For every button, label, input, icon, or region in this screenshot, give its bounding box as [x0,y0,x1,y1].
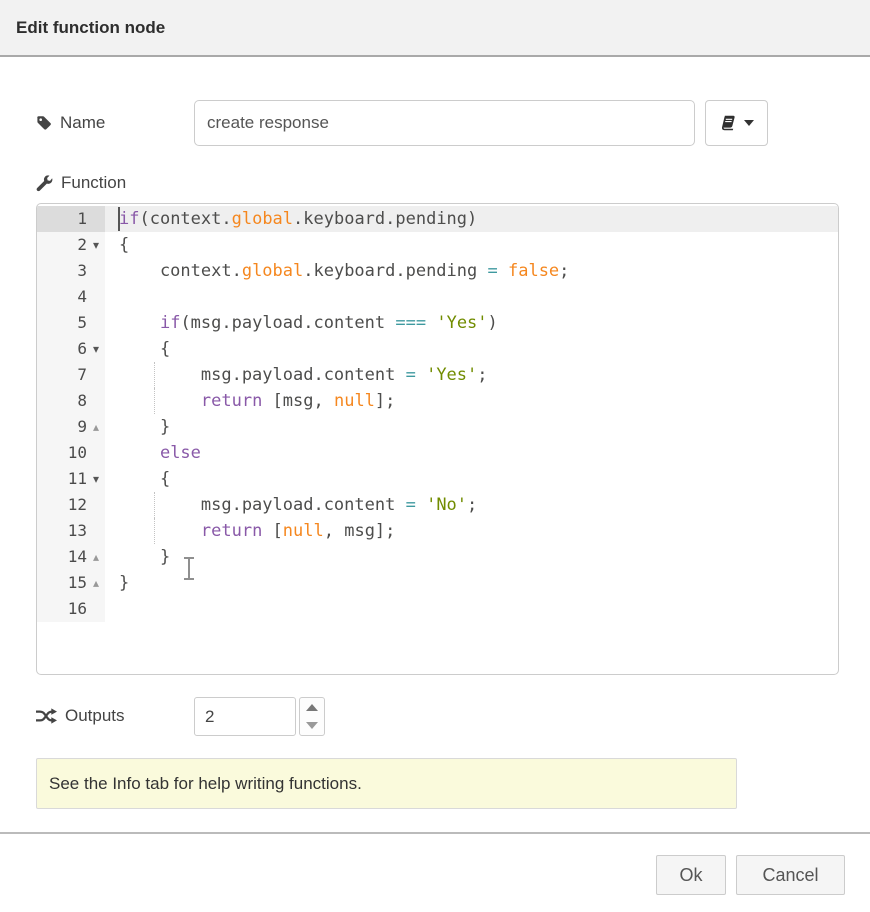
editor-line-14[interactable]: 14▴ } [37,544,838,570]
library-button[interactable] [705,100,768,146]
code-line-text: } [105,414,838,440]
wrench-icon [36,175,53,192]
indent-guide [154,362,155,388]
editor-line-9[interactable]: 9▴ } [37,414,838,440]
editor-line-2[interactable]: 2▾{ [37,232,838,258]
code-line-text: msg.payload.content = 'No'; [105,492,838,518]
editor-line-11[interactable]: 11▾ { [37,466,838,492]
editor-line-8[interactable]: 8 return [msg, null]; [37,388,838,414]
code-editor-lines: 1if(context.global.keyboard.pending)2▾{3… [37,206,838,622]
gutter-line-number: 16 [37,596,105,622]
indent-guide [154,518,155,544]
gutter-line-number: 6▾ [37,336,105,362]
code-line-text: } [105,570,838,596]
book-icon [720,115,736,131]
dialog-title: Edit function node [16,18,165,38]
fold-up-icon[interactable]: ▴ [87,544,105,570]
gutter-line-number: 10 [37,440,105,466]
editor-caret [118,207,120,231]
code-line-text: context.global.keyboard.pending = false; [105,258,838,284]
gutter-line-number: 9▴ [37,414,105,440]
spinner-down-button[interactable] [300,717,324,736]
code-line-text: { [105,232,838,258]
editor-line-1[interactable]: 1if(context.global.keyboard.pending) [37,206,838,232]
gutter-line-number: 8 [37,388,105,414]
outputs-field-label-row: Outputs [36,703,125,729]
gutter-line-number: 13 [37,518,105,544]
editor-line-4[interactable]: 4 [37,284,838,310]
name-field-label-row: Name [36,100,105,146]
text-cursor-pointer [183,556,195,581]
code-line-text: msg.payload.content = 'Yes'; [105,362,838,388]
info-tip: See the Info tab for help writing functi… [36,758,737,809]
footer-divider [0,832,870,834]
editor-line-10[interactable]: 10 else [37,440,838,466]
code-line-text: return [null, msg]; [105,518,838,544]
editor-line-12[interactable]: 12 msg.payload.content = 'No'; [37,492,838,518]
caret-down-icon [744,120,754,126]
code-line-text [105,284,838,310]
fold-up-icon[interactable]: ▴ [87,570,105,596]
indent-guide [154,492,155,518]
function-section-label-row: Function [36,170,126,196]
editor-line-5[interactable]: 5 if(msg.payload.content === 'Yes') [37,310,838,336]
gutter-line-number: 3 [37,258,105,284]
code-line-text: { [105,466,838,492]
fold-down-icon[interactable]: ▾ [87,466,105,492]
function-label: Function [61,173,126,193]
caret-down-icon [306,722,318,729]
gutter-line-number: 4 [37,284,105,310]
fold-down-icon[interactable]: ▾ [87,232,105,258]
name-input[interactable] [194,100,695,146]
editor-line-6[interactable]: 6▾ { [37,336,838,362]
indent-guide [154,388,155,414]
code-line-text: else [105,440,838,466]
gutter-line-number: 7 [37,362,105,388]
editor-line-3[interactable]: 3 context.global.keyboard.pending = fals… [37,258,838,284]
code-editor[interactable]: 1if(context.global.keyboard.pending)2▾{3… [36,203,839,675]
gutter-line-number: 12 [37,492,105,518]
outputs-input[interactable] [194,697,296,736]
name-label: Name [60,113,105,133]
caret-up-icon [306,704,318,711]
gutter-line-number: 11▾ [37,466,105,492]
code-line-text: if(msg.payload.content === 'Yes') [105,310,838,336]
editor-line-16[interactable]: 16 [37,596,838,622]
ok-button[interactable]: Ok [656,855,726,895]
editor-line-13[interactable]: 13 return [null, msg]; [37,518,838,544]
tag-icon [36,115,52,131]
info-tip-text: See the Info tab for help writing functi… [49,774,362,794]
gutter-line-number: 14▴ [37,544,105,570]
code-line-text: return [msg, null]; [105,388,838,414]
gutter-line-number: 15▴ [37,570,105,596]
outputs-label: Outputs [65,706,125,726]
gutter-line-number: 1 [37,206,105,232]
shuffle-icon [36,708,57,724]
gutter-line-number: 5 [37,310,105,336]
code-line-text: { [105,336,838,362]
code-line-text: if(context.global.keyboard.pending) [105,206,838,232]
cancel-button[interactable]: Cancel [736,855,845,895]
edit-function-dialog: Edit function node Name Function [0,0,870,912]
fold-down-icon[interactable]: ▾ [87,336,105,362]
dialog-header: Edit function node [0,0,870,57]
editor-line-7[interactable]: 7 msg.payload.content = 'Yes'; [37,362,838,388]
code-line-text [105,596,838,622]
fold-up-icon[interactable]: ▴ [87,414,105,440]
editor-line-15[interactable]: 15▴} [37,570,838,596]
gutter-line-number: 2▾ [37,232,105,258]
spinner-up-button[interactable] [300,698,324,717]
code-line-text: } [105,544,838,570]
outputs-spinner [299,697,325,736]
